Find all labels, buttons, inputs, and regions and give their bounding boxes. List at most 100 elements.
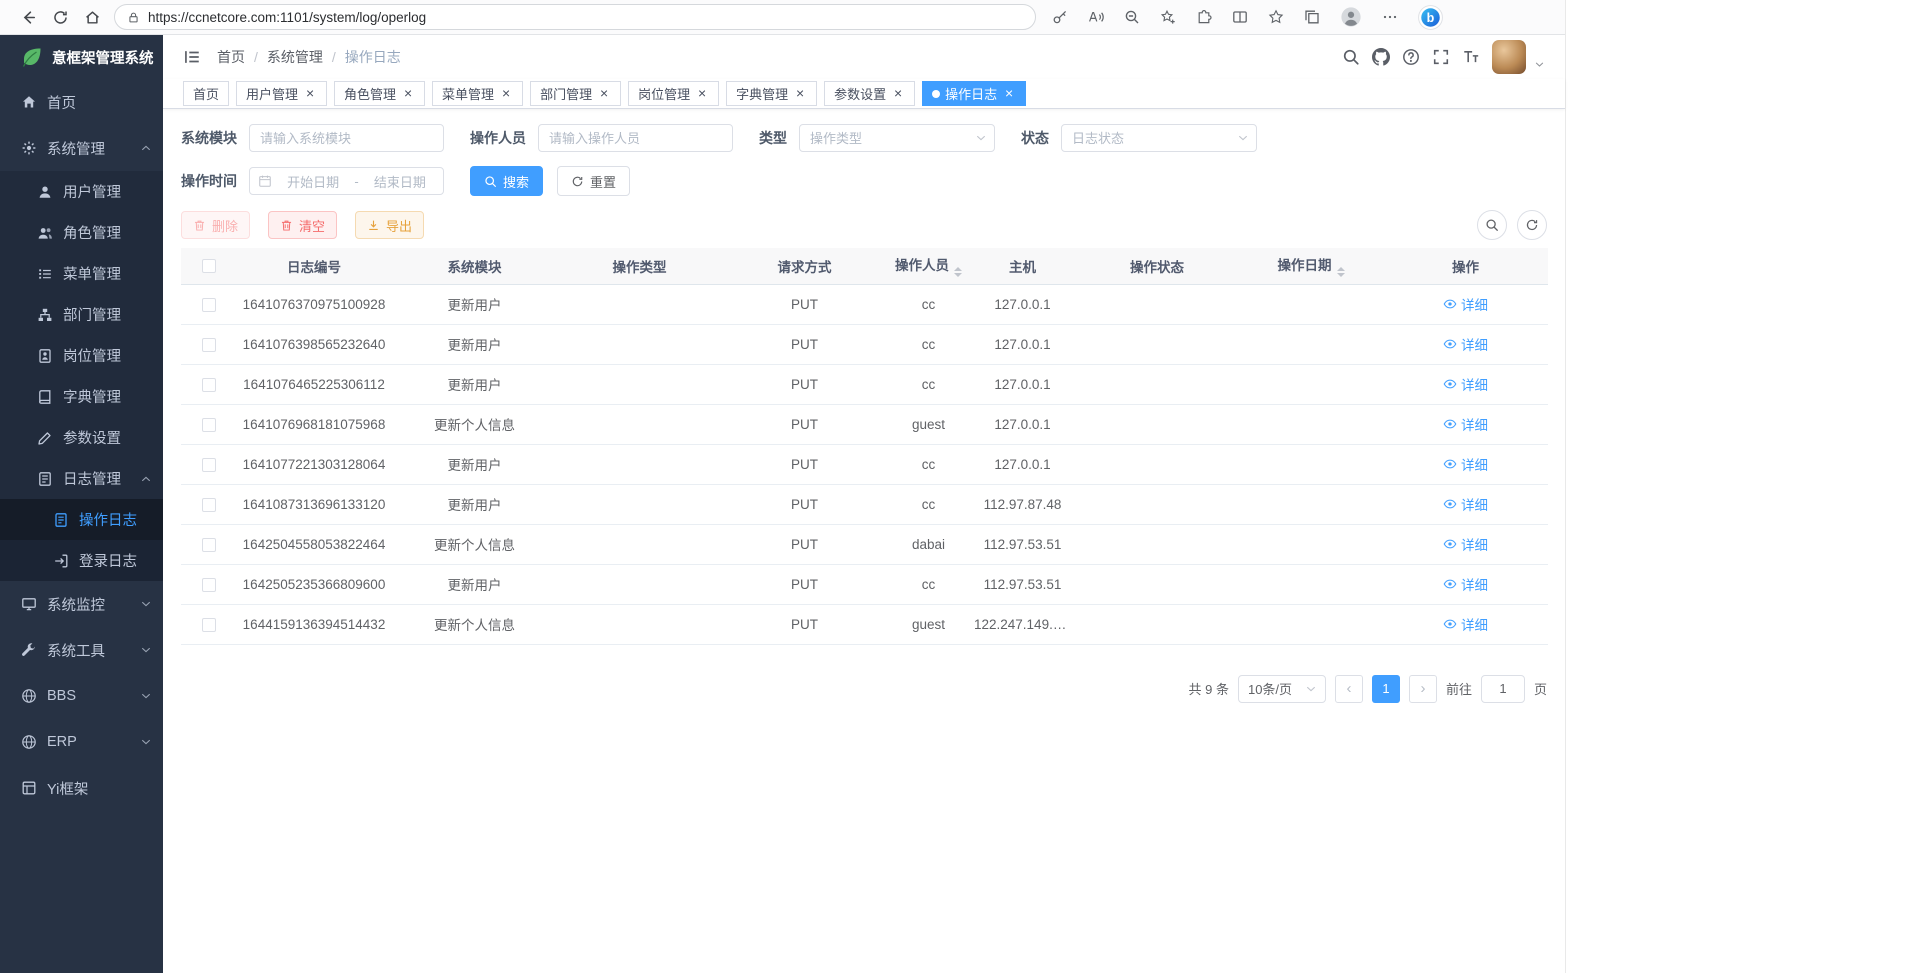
close-icon[interactable]: × (793, 87, 807, 101)
row-checkbox[interactable] (202, 618, 216, 632)
show-search-button[interactable] (1477, 210, 1507, 240)
operator-input[interactable] (538, 124, 733, 152)
close-icon[interactable]: × (695, 87, 709, 101)
close-icon[interactable]: × (597, 87, 611, 101)
font-size-icon[interactable] (1462, 48, 1480, 66)
detail-link[interactable]: 详细 (1443, 534, 1488, 554)
detail-link[interactable]: 详细 (1443, 374, 1488, 394)
close-icon[interactable]: × (401, 87, 415, 101)
tab-dict[interactable]: 字典管理× (726, 81, 817, 106)
prev-page-button[interactable]: ‹ (1335, 675, 1363, 703)
fullscreen-icon[interactable] (1432, 48, 1450, 66)
sidebar-item-system[interactable]: 系统管理 (0, 125, 163, 171)
sidebar-item-config[interactable]: 参数设置 (0, 417, 163, 458)
page-size-select[interactable]: 10条/页 (1238, 675, 1326, 703)
row-checkbox[interactable] (202, 418, 216, 432)
split-screen-icon[interactable] (1232, 9, 1248, 25)
detail-link[interactable]: 详细 (1443, 294, 1488, 314)
read-aloud-icon[interactable] (1088, 9, 1104, 25)
sidebar-item-role[interactable]: 角色管理 (0, 212, 163, 253)
row-checkbox[interactable] (202, 338, 216, 352)
sidebar-item-menu[interactable]: 菜单管理 (0, 253, 163, 294)
header-search-icon[interactable] (1342, 48, 1360, 66)
sidebar-item-loginlog[interactable]: 登录日志 (0, 540, 163, 581)
detail-link[interactable]: 详细 (1443, 414, 1488, 434)
search-button[interactable]: 搜索 (470, 166, 543, 196)
reset-button[interactable]: 重置 (557, 166, 630, 196)
sort-caret-icon[interactable] (1337, 267, 1345, 277)
status-select-input[interactable] (1061, 124, 1257, 152)
row-checkbox[interactable] (202, 378, 216, 392)
delete-button[interactable]: 删除 (181, 211, 250, 239)
row-checkbox[interactable] (202, 578, 216, 592)
url-bar[interactable]: https://ccnetcore.com:1101/system/log/op… (114, 4, 1036, 30)
close-icon[interactable]: × (499, 87, 513, 101)
sidebar-toggle-icon[interactable] (183, 48, 201, 66)
page-1-button[interactable]: 1 (1372, 675, 1400, 703)
tab-operlog[interactable]: 操作日志× (922, 81, 1026, 106)
clear-button[interactable]: 清空 (268, 211, 337, 239)
user-avatar[interactable] (1492, 40, 1526, 74)
sidebar-item-post[interactable]: 岗位管理 (0, 335, 163, 376)
select-all-checkbox[interactable] (202, 259, 216, 273)
github-icon[interactable] (1372, 48, 1390, 66)
sort-caret-icon[interactable] (954, 267, 962, 277)
row-checkbox[interactable] (202, 538, 216, 552)
next-page-button[interactable]: › (1409, 675, 1437, 703)
row-checkbox[interactable] (202, 298, 216, 312)
row-checkbox[interactable] (202, 458, 216, 472)
back-button[interactable] (12, 3, 44, 31)
bing-logo-icon[interactable]: b (1418, 5, 1443, 30)
tab-home[interactable]: 首页 (183, 81, 229, 106)
row-checkbox[interactable] (202, 498, 216, 512)
avatar-caret-icon[interactable] (1534, 59, 1545, 70)
refresh-button[interactable] (44, 3, 76, 31)
favorites-add-icon[interactable] (1160, 9, 1176, 25)
help-icon[interactable] (1402, 48, 1420, 66)
sidebar-item-log[interactable]: 日志管理 (0, 458, 163, 499)
export-button[interactable]: 导出 (355, 211, 424, 239)
browser-home-button[interactable] (76, 3, 108, 31)
detail-link[interactable]: 详细 (1443, 454, 1488, 474)
extensions-icon[interactable] (1196, 9, 1212, 25)
sidebar-item-bbs[interactable]: BBS (0, 673, 163, 719)
status-select[interactable] (1061, 124, 1257, 152)
sidebar-item-home[interactable]: 首页 (0, 79, 163, 125)
goto-page-input[interactable] (1481, 675, 1525, 703)
tab-post[interactable]: 岗位管理× (628, 81, 719, 106)
sidebar-item-monitor[interactable]: 系统监控 (0, 581, 163, 627)
tab-role[interactable]: 角色管理× (334, 81, 425, 106)
breadcrumb-system[interactable]: 系统管理 (267, 47, 323, 67)
sidebar-item-dept[interactable]: 部门管理 (0, 294, 163, 335)
tab-menu[interactable]: 菜单管理× (432, 81, 523, 106)
breadcrumb-home[interactable]: 首页 (217, 47, 245, 67)
sidebar-item-tool[interactable]: 系统工具 (0, 627, 163, 673)
more-menu-icon[interactable] (1382, 9, 1398, 25)
sidebar-item-yiframe[interactable]: Yi框架 (0, 765, 163, 811)
sidebar-item-dict[interactable]: 字典管理 (0, 376, 163, 417)
module-input[interactable] (249, 124, 444, 152)
cell-log-id: 1642505235366809600 (236, 564, 392, 604)
detail-link[interactable]: 详细 (1443, 614, 1488, 634)
type-select[interactable] (799, 124, 995, 152)
zoom-out-icon[interactable] (1124, 9, 1140, 25)
collections-icon[interactable] (1304, 9, 1320, 25)
sidebar-item-user[interactable]: 用户管理 (0, 171, 163, 212)
close-icon[interactable]: × (891, 87, 905, 101)
tab-dept[interactable]: 部门管理× (530, 81, 621, 106)
date-range-picker[interactable]: 开始日期 - 结束日期 (249, 167, 444, 195)
tab-user[interactable]: 用户管理× (236, 81, 327, 106)
favorites-bar-icon[interactable] (1268, 9, 1284, 25)
tab-config[interactable]: 参数设置× (824, 81, 915, 106)
detail-link[interactable]: 详细 (1443, 574, 1488, 594)
sidebar-item-operlog[interactable]: 操作日志 (0, 499, 163, 540)
password-key-icon[interactable] (1052, 9, 1068, 25)
close-icon[interactable]: × (303, 87, 317, 101)
type-select-input[interactable] (799, 124, 995, 152)
sidebar-item-erp[interactable]: ERP (0, 719, 163, 765)
detail-link[interactable]: 详细 (1443, 494, 1488, 514)
detail-link[interactable]: 详细 (1443, 334, 1488, 354)
browser-profile-avatar[interactable] (1340, 6, 1362, 28)
close-icon[interactable]: × (1002, 87, 1016, 101)
refresh-table-button[interactable] (1517, 210, 1547, 240)
